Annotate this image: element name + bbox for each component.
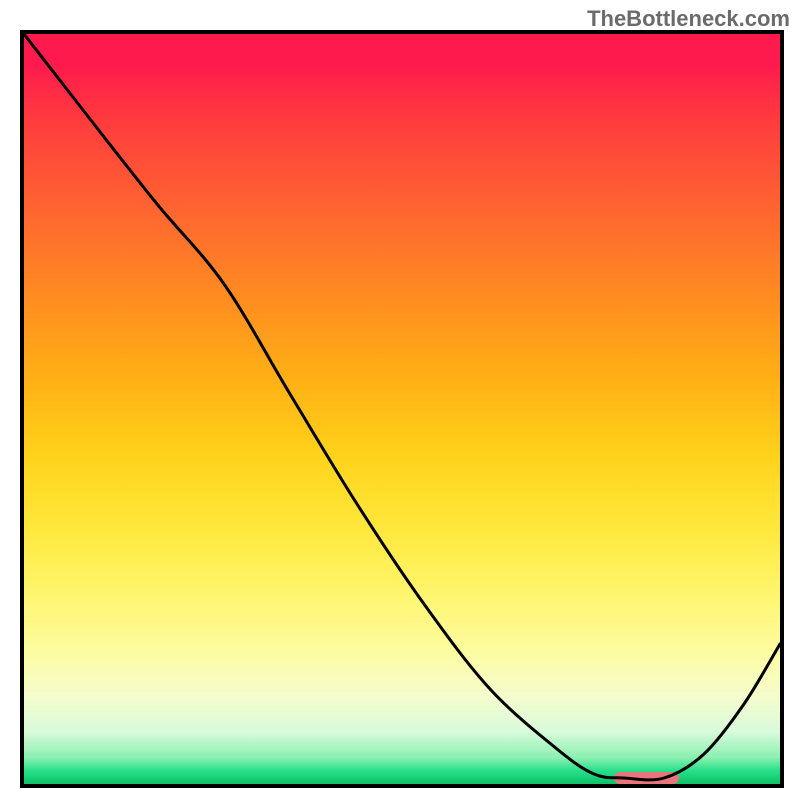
bottleneck-curve (24, 34, 780, 784)
curve-path (24, 34, 780, 780)
plot-frame (20, 30, 784, 788)
chart-canvas: TheBottleneck.com (0, 0, 800, 800)
watermark-text: TheBottleneck.com (587, 6, 790, 32)
